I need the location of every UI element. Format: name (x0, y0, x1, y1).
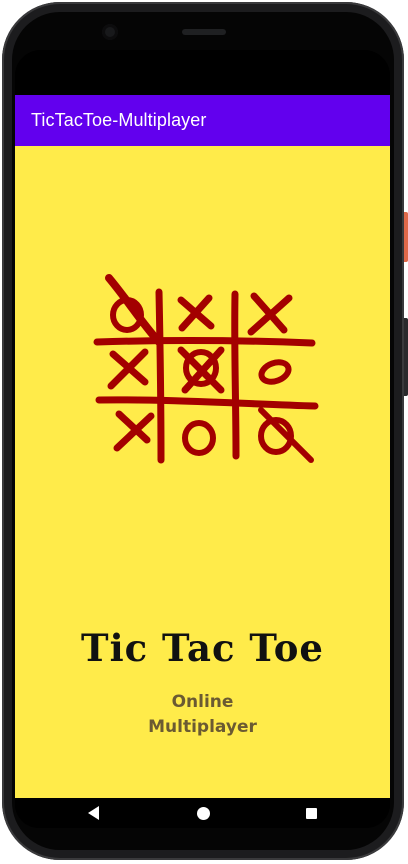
grid-line-vertical-1 (155, 288, 165, 464)
grid-line-horizontal-2 (95, 396, 319, 410)
app-title: TicTacToe-Multiplayer (31, 110, 207, 130)
home-circle-icon (196, 806, 210, 820)
front-camera-icon (102, 24, 118, 40)
device-frame: TicTacToe-Multiplayer Tic Tac Toe Online… (0, 0, 408, 864)
home-button[interactable] (183, 798, 223, 828)
earpiece-speaker (182, 29, 226, 35)
grid-line-vertical-2 (231, 290, 240, 460)
screen: TicTacToe-Multiplayer Tic Tac Toe Online… (15, 50, 390, 828)
grid-line-horizontal-1 (93, 337, 316, 347)
navigation-bar (15, 798, 390, 828)
game-title: Tic Tac Toe (81, 626, 324, 670)
recents-square-icon (305, 807, 317, 819)
subtitle: Online Multiplayer (15, 690, 390, 740)
volume-button[interactable] (404, 318, 408, 396)
app-bar: TicTacToe-Multiplayer (15, 95, 390, 146)
tic-tac-toe-logo-icon (93, 274, 319, 464)
back-triangle-icon (87, 806, 99, 820)
subtitle-line-multiplayer: Multiplayer (148, 717, 257, 737)
main-content: Tic Tac Toe Online Multiplayer (15, 146, 390, 798)
recents-button[interactable] (291, 798, 331, 828)
power-button[interactable] (404, 212, 408, 262)
back-button[interactable] (73, 798, 113, 828)
status-bar (15, 50, 390, 95)
subtitle-line-online: Online (171, 692, 234, 712)
